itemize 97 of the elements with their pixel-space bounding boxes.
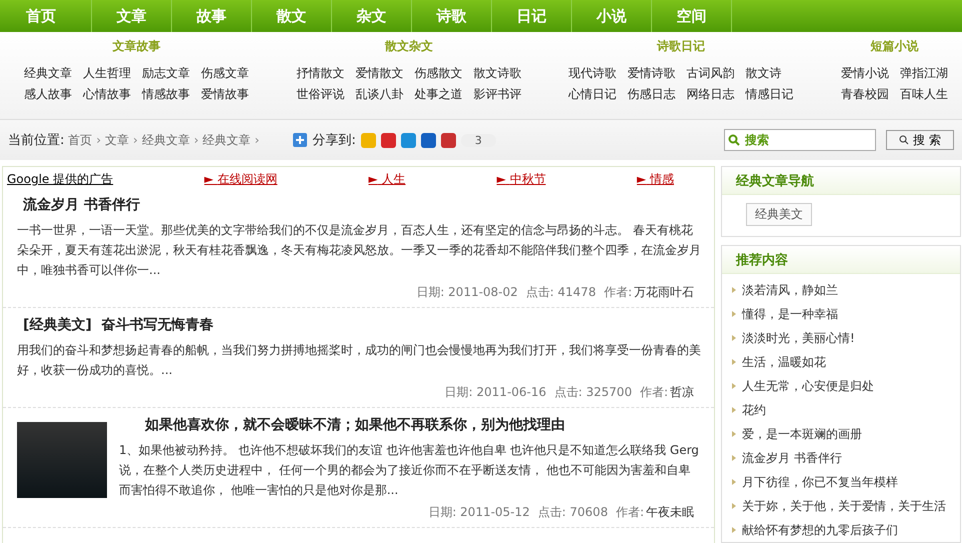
bullet-icon [732,359,736,365]
article-summary: 一书一世界，一语一天堂。那些优美的文字带给我们的不仅是流金岁月，百态人生，还有坚定的信念与昂扬的斗志。 春天有桃花朵朵开，夏天有莲花出淤泥，秋天有桂花香飘逸，冬天有梅花凌风怒放。一季又一季的花香却不能陪伴我们整个四季，在流金岁月中，唯独书香可以伴你一... [17,222,702,279]
ads-label[interactable]: Google 提供的广告 [7,171,114,188]
category-link[interactable]: 情感故事 [142,86,190,103]
category-link[interactable]: 弹指江湖 [900,65,948,82]
recommend-link[interactable]: 人生无常，心安便是归处 [732,374,960,398]
breadcrumb-separator: › [133,133,138,147]
category-link[interactable]: 感人故事 [24,86,72,103]
category-link[interactable]: 影评书评 [473,86,522,103]
bullet-icon [732,383,736,389]
bullet-icon [732,407,736,413]
category-link[interactable]: 世俗评说 [296,86,344,103]
category-link[interactable]: 百味人生 [900,86,948,103]
share-icon[interactable] [380,132,396,148]
author-label: 作者: [604,284,632,301]
category-link[interactable]: 情感日记 [746,86,794,103]
author-label: 作者: [616,504,644,521]
ad-link[interactable]: ► 人生 [368,171,406,188]
recommend-link[interactable]: 流金岁月 书香伴行 [732,446,960,470]
breadcrumb-link[interactable]: 首页 [68,132,92,148]
search-button[interactable]: 搜 索 [886,130,954,150]
category-link[interactable]: 爱情散文 [355,65,404,82]
author-label: 作者: [640,384,668,401]
category-title: 散文杂文 [384,38,433,55]
breadcrumb-link[interactable]: 文章 [105,132,130,148]
category-link[interactable]: 网络日志 [686,86,735,103]
recommend-link[interactable]: 关于妳，关于他，关于爱情，关于生活 [732,494,960,518]
article-title[interactable]: [经典美文] 奋斗书写无悔青春 [23,316,702,334]
category-link[interactable]: 心情故事 [83,86,131,103]
category-link[interactable]: 抒情散文 [296,65,344,82]
article-author[interactable]: 哲凉 [670,384,694,401]
category-link[interactable]: 经典文章 [24,65,72,82]
bullet-icon [732,287,736,293]
share-icon[interactable] [400,132,416,148]
breadcrumb-separator: › [254,133,260,147]
breadcrumb-label: 当前位置: [8,132,64,149]
category-link[interactable]: 乱谈八卦 [355,86,404,103]
bullet-icon [732,455,736,461]
category-link[interactable]: 处事之道 [414,86,462,103]
recommend-link[interactable]: 懂得，是一种幸福 [732,302,960,326]
recommend-link[interactable]: 月下彷徨，你已不复当年模样 [732,470,960,494]
category-link[interactable]: 现代诗歌 [568,65,617,82]
category-link[interactable]: 古词风韵 [686,65,735,82]
search-icon [899,135,910,145]
ad-link[interactable]: ► 情感 [636,171,674,188]
category-link[interactable]: 爱情故事 [201,86,249,103]
share-label: 分享到: [312,132,356,149]
article-date: 日期: 2011-08-02 [416,284,518,301]
category-link[interactable]: 青春校园 [840,86,889,103]
recommend-link[interactable]: 淡若清风，静如兰 [732,278,960,302]
breadcrumb-separator: › [96,133,102,147]
breadcrumb-link[interactable]: 经典文章 [142,132,190,148]
category-link[interactable]: 人生哲理 [83,65,131,82]
category-link[interactable]: 散文诗歌 [473,65,522,82]
bullet-icon [732,311,736,317]
share-count: 3 [460,134,496,146]
breadcrumb-separator: › [194,133,199,147]
article-summary: 用我们的奋斗和梦想扬起青春的船帆，当我们努力拼搏地摇桨时，成功的闸门也会慢慢地再为我们打开，我们将享受一份青春的美好，收获一份成功的喜悦。... [17,342,702,379]
search-field[interactable]: 搜索 [724,129,876,151]
recommend-link[interactable]: 淡淡时光，美丽心情! [732,326,960,350]
breadcrumb-link[interactable]: 经典文章 [202,132,251,148]
category-title: 诗歌日记 [657,38,706,55]
article-date: 日期: 2011-06-16 [444,384,546,401]
tag-button[interactable]: 经典美文 [746,203,812,226]
article-summary: 1、如果他被动矜持。 也许他不想破坏我们的友谊 也许他害羞也许他自卑 也许他只是不知道怎么联络我 Gerg说，在整个人类历史进程中， 任何一个男的都会为了接近你而不在乎断送友情， 他也不可能因为害羞和自卑而害怕得不敢追你， 他唯一害怕的只是他对你是那... [119,442,700,499]
bullet-icon [732,527,736,533]
bullet-icon [732,503,736,509]
category-title: 短篇小说 [870,38,918,55]
recommend-link[interactable]: 爱，是一本斑斓的画册 [732,422,960,446]
category-title: 文章故事 [112,38,160,55]
ad-link[interactable]: ► 在线阅读网 [204,171,278,188]
category-link[interactable]: 励志文章 [142,65,190,82]
category-link[interactable]: 伤感散文 [414,65,462,82]
share-icon[interactable] [420,132,436,148]
category-link[interactable]: 伤感文章 [201,65,249,82]
category-link[interactable]: 爱情诗歌 [628,65,676,82]
recommend-link[interactable]: 生活，温暖如花 [732,350,960,374]
category-link[interactable]: 散文诗 [746,65,794,82]
plus-icon[interactable] [293,133,308,147]
article-hits: 点击: 70608 [538,504,608,521]
article-hits: 点击: 325700 [554,384,632,401]
article-title[interactable]: 流金岁月 书香伴行 [23,196,702,214]
article-title[interactable]: 如果他喜欢你，就不会暧昧不清；如果他不再联系你，别为他找理由 [145,416,702,434]
bullet-icon [732,335,736,341]
article-hits: 点击: 41478 [526,284,596,301]
category-link[interactable]: 心情日记 [568,86,617,103]
bullet-icon [732,431,736,437]
recommend-link[interactable]: 献给怀有梦想的九零后孩子们 [732,518,960,542]
category-link[interactable]: 伤感日志 [628,86,676,103]
article-author[interactable]: 午夜未眠 [646,504,694,521]
recommend-link[interactable]: 花约 [732,398,960,422]
bullet-icon [732,479,736,485]
article-author[interactable]: 万花雨叶石 [634,284,694,301]
category-link[interactable]: 爱情小说 [840,65,889,82]
share-icon[interactable] [440,132,456,148]
ad-link[interactable]: ► 中秋节 [496,171,546,188]
article-date: 日期: 2011-05-12 [428,504,530,521]
